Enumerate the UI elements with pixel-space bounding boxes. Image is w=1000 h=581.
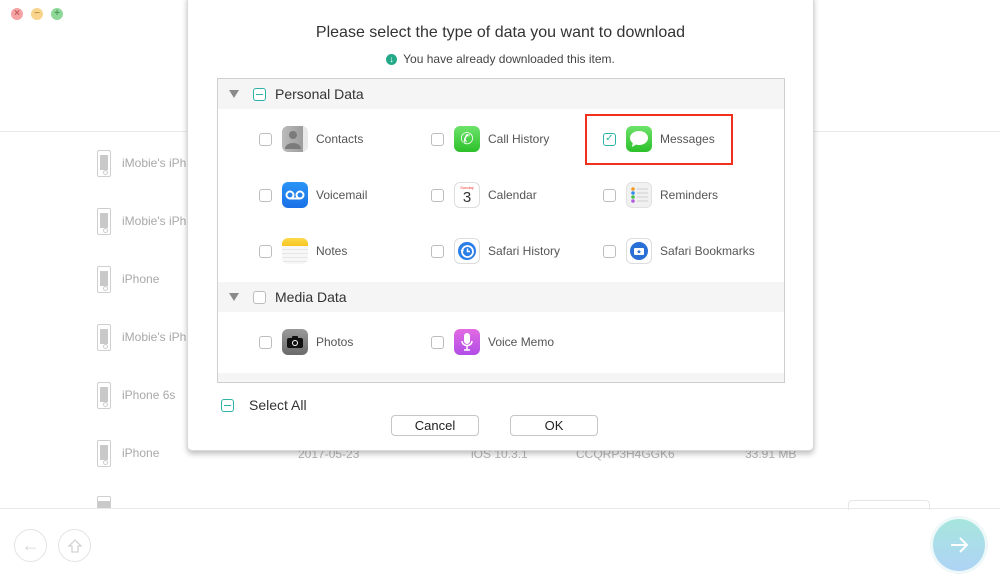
item-call-history[interactable]: ✆ Call History	[431, 124, 549, 154]
item-voicemail[interactable]: Voicemail	[259, 180, 367, 210]
back-button[interactable]: ←	[14, 529, 47, 562]
category-label: Media Data	[275, 289, 347, 305]
item-checkbox[interactable]	[259, 132, 272, 146]
collapse-triangle-icon[interactable]	[229, 90, 239, 98]
item-label: Contacts	[316, 132, 364, 146]
item-label: Safari Bookmarks	[660, 244, 755, 258]
footer-divider	[0, 508, 1000, 509]
downloaded-note-text: You have already downloaded this item.	[403, 52, 615, 66]
select-all[interactable]: Select All	[221, 397, 307, 413]
ok-button[interactable]: OK	[510, 415, 598, 436]
phone-icon: ✆	[454, 126, 480, 152]
item-label: Notes	[316, 244, 348, 258]
safari-bookmarks-icon	[626, 238, 652, 264]
voicemail-icon	[282, 182, 308, 208]
item-calendar[interactable]: Sunday 3 Calendar	[431, 180, 537, 210]
item-checkbox[interactable]	[603, 244, 616, 258]
iphone-icon	[97, 265, 111, 293]
iphone-icon	[97, 323, 111, 351]
home-icon	[66, 538, 83, 553]
device-row[interactable]: iPhone	[97, 438, 159, 468]
device-row[interactable]: iMobie's iPh	[97, 206, 186, 236]
item-safari-bookmarks[interactable]: Safari Bookmarks	[603, 236, 755, 266]
close-window-button[interactable]: ×	[11, 8, 23, 20]
device-name: iPhone	[122, 446, 160, 460]
iphone-icon	[97, 207, 111, 235]
device-name: iMobie's iPh	[122, 330, 187, 344]
item-checkbox[interactable]	[431, 188, 444, 202]
calendar-icon: Sunday 3	[454, 182, 480, 208]
camera-icon	[282, 329, 308, 355]
iphone-icon	[97, 149, 111, 177]
maximize-window-button[interactable]: +	[51, 8, 63, 20]
microphone-icon	[454, 329, 480, 355]
item-photos[interactable]: Photos	[259, 327, 353, 357]
device-name: iMobie's iPh	[122, 156, 187, 170]
home-button[interactable]	[58, 529, 91, 562]
device-row[interactable]: iMobie's iPh	[97, 322, 186, 352]
item-checkbox[interactable]	[431, 244, 444, 258]
window-controls: × − +	[11, 8, 63, 20]
arrow-right-icon	[951, 537, 969, 553]
category-checkbox[interactable]	[253, 290, 266, 304]
category-checkbox[interactable]	[253, 87, 266, 101]
item-label: Safari History	[488, 244, 561, 258]
safari-history-icon	[454, 238, 480, 264]
category-personal-data[interactable]: Personal Data	[218, 79, 784, 109]
item-voice-memo[interactable]: Voice Memo	[431, 327, 554, 357]
item-notes[interactable]: Notes	[259, 236, 347, 266]
item-contacts[interactable]: Contacts	[259, 124, 363, 154]
item-label: Voicemail	[316, 188, 368, 202]
device-row[interactable]: iMobie's iPh	[97, 148, 186, 178]
item-label: Reminders	[660, 188, 719, 202]
select-all-checkbox[interactable]	[221, 398, 234, 412]
item-checkbox[interactable]	[259, 188, 272, 202]
iphone-icon	[97, 439, 111, 467]
cancel-button[interactable]: Cancel	[391, 415, 479, 436]
reminders-icon	[626, 182, 652, 208]
item-label: Call History	[488, 132, 550, 146]
category-label: Personal Data	[275, 86, 364, 102]
arrow-left-icon: ←	[21, 535, 40, 555]
app-window: × − + iMobie's iPh iMobie's iPh iPhone i…	[0, 0, 1000, 581]
notes-icon	[282, 238, 308, 264]
item-safari-history[interactable]: Safari History	[431, 236, 560, 266]
item-checkbox[interactable]	[603, 188, 616, 202]
minimize-window-button[interactable]: −	[31, 8, 43, 20]
download-check-icon: ↓	[386, 53, 398, 65]
iphone-icon	[97, 496, 111, 508]
device-row[interactable]: iPhone 6s	[97, 380, 175, 410]
contacts-icon	[282, 126, 308, 152]
download-type-dialog: Please select the type of data you want …	[187, 0, 814, 451]
downloaded-note: ↓ You have already downloaded this item.	[188, 52, 813, 66]
device-name: iPhone	[122, 272, 160, 286]
item-checkbox[interactable]	[431, 132, 444, 146]
select-all-label: Select All	[249, 397, 307, 413]
item-reminders[interactable]: Reminders	[603, 180, 718, 210]
item-checkbox[interactable]	[259, 335, 272, 349]
item-checkbox[interactable]	[259, 244, 272, 258]
item-checkbox[interactable]	[431, 335, 444, 349]
device-row[interactable]: iPhone	[97, 264, 159, 294]
item-label: Photos	[316, 335, 354, 349]
next-button[interactable]	[933, 519, 985, 571]
device-name: iPhone 6s	[122, 388, 176, 402]
category-media-data[interactable]: Media Data	[218, 282, 784, 312]
category-next-partial[interactable]	[218, 373, 784, 382]
item-label: Voice Memo	[488, 335, 555, 349]
collapse-triangle-icon[interactable]	[229, 293, 239, 301]
item-label: Calendar	[488, 188, 537, 202]
iphone-icon	[97, 381, 111, 409]
dialog-title: Please select the type of data you want …	[315, 24, 686, 41]
device-name: iMobie's iPh	[122, 214, 187, 228]
messages-highlight-box	[585, 114, 733, 165]
